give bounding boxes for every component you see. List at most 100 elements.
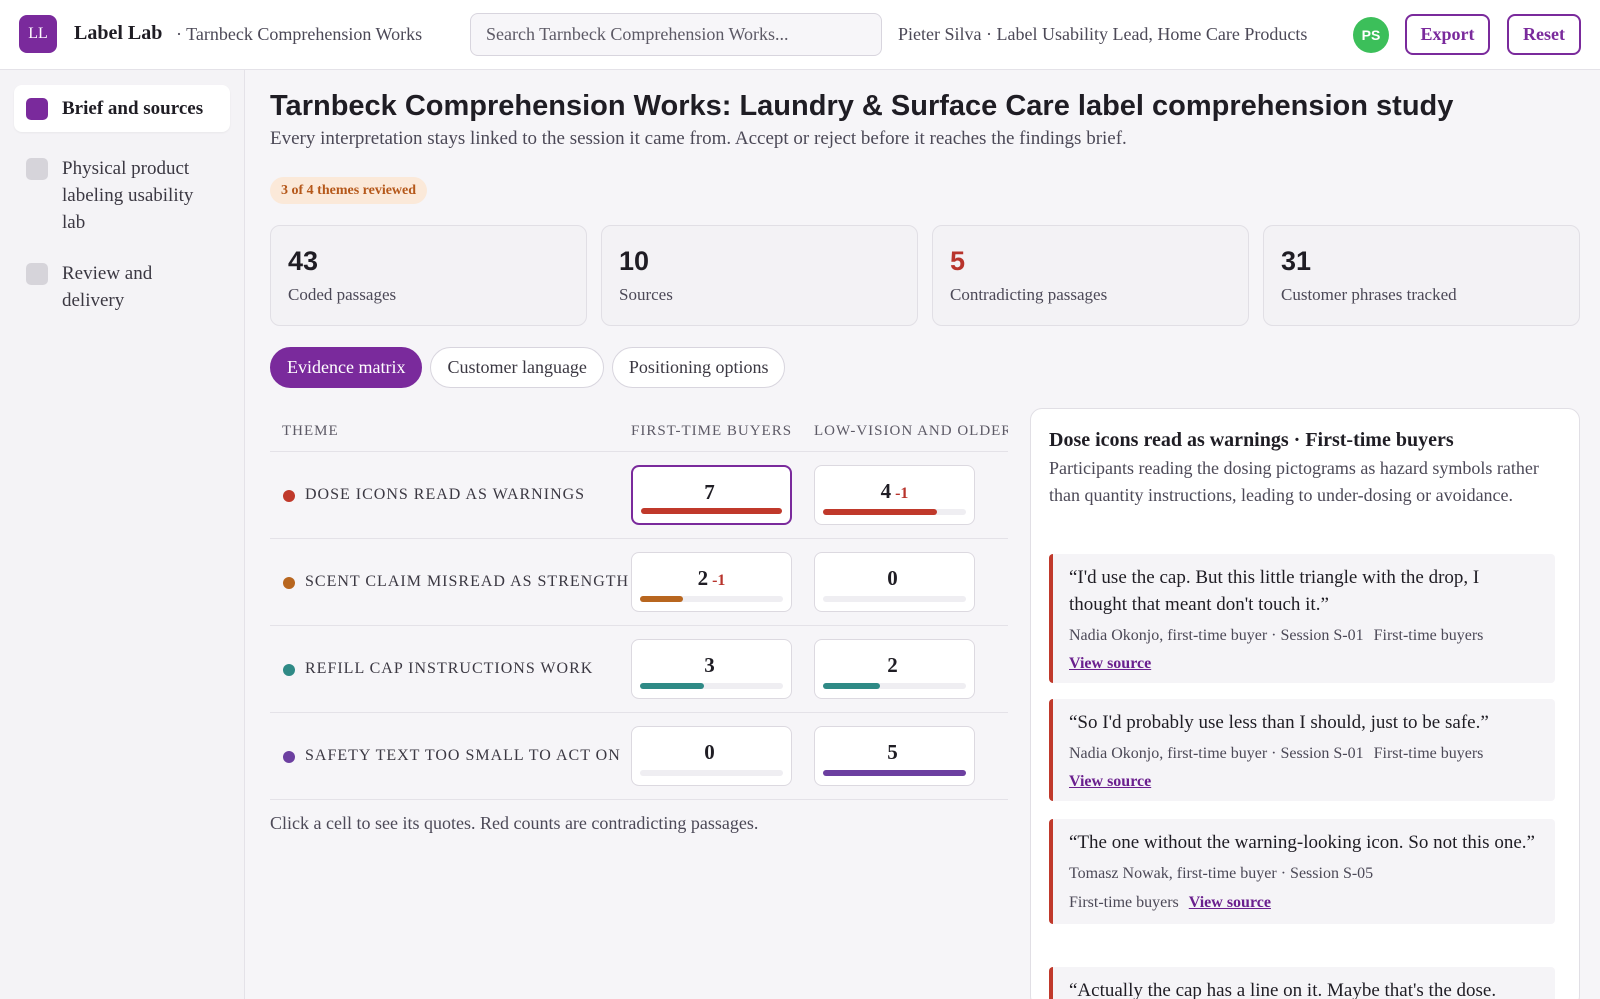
avatar[interactable]: PS xyxy=(1353,17,1389,53)
matrix-note: Click a cell to see its quotes. Red coun… xyxy=(270,813,759,833)
count-bar-fill xyxy=(640,596,683,602)
sidebar: Brief and sources Physical product label… xyxy=(0,70,245,999)
count-bar-fill xyxy=(823,509,938,515)
cell-count: 7 xyxy=(704,480,715,504)
user-info: Pieter Silva · Label Usability Lead, Hom… xyxy=(898,24,1308,44)
cell-count: 5 xyxy=(887,740,898,764)
view-tabs: Evidence matrix Customer language Positi… xyxy=(270,347,786,388)
sidebar-item-label: Physical product labeling usability lab xyxy=(62,158,194,233)
column-header-low-vision[interactable]: LOW-VISION AND OLDER ADULTS xyxy=(814,423,1008,440)
theme-name: SAFETY TEXT TOO SMALL TO ACT ON xyxy=(305,747,621,764)
quote-text: “So I'd probably use less than I should,… xyxy=(1069,712,1489,733)
quote-detail-panel: Dose icons read as warnings · First-time… xyxy=(1030,408,1580,999)
count-bar-fill xyxy=(823,683,881,689)
count-bar-track xyxy=(640,683,783,689)
view-source-link[interactable]: View source xyxy=(1069,773,1151,791)
cell-count: 3 xyxy=(704,653,715,677)
quote-text: “I'd use the cap. But this little triang… xyxy=(1069,567,1480,615)
count-bar-track xyxy=(823,683,966,689)
step-status-icon xyxy=(26,263,48,285)
count-bar-track xyxy=(640,770,783,776)
count-bar-track xyxy=(823,770,966,776)
stat-label: Coded passages xyxy=(288,285,397,304)
stat-card-coded-passages: 43 Coded passages xyxy=(270,225,587,326)
evidence-matrix: THEME FIRST-TIME BUYERS LOW-VISION AND O… xyxy=(270,407,1008,863)
cell-count: 2 xyxy=(887,653,898,677)
search-input[interactable] xyxy=(470,13,882,56)
matrix-cell[interactable]: 3 xyxy=(631,639,792,699)
matrix-cell[interactable]: 7 xyxy=(631,465,792,525)
count-bar-track xyxy=(641,508,782,514)
contradiction-count: -1 xyxy=(712,572,726,589)
cell-count: 4 xyxy=(880,479,892,503)
sidebar-item-label: Review and delivery xyxy=(62,263,153,311)
stat-value: 5 xyxy=(950,246,966,276)
matrix-cell[interactable]: 2 -1 xyxy=(631,552,792,612)
cell-count: 0 xyxy=(704,740,715,764)
page-title: Tarnbeck Comprehension Works: Laundry & … xyxy=(270,90,1454,122)
quote-segment: First-time buyers xyxy=(1069,894,1179,911)
quote-card: “The one without the warning-looking ico… xyxy=(1049,819,1555,924)
quote-segment: First-time buyers xyxy=(1373,745,1484,762)
theme-name: DOSE ICONS READ AS WARNINGS xyxy=(305,486,586,503)
cell-count: 2 xyxy=(697,566,709,590)
sidebar-item-brief[interactable]: Brief and sources xyxy=(14,85,230,132)
matrix-row: REFILL CAP INSTRUCTIONS WORK 3 2 xyxy=(270,626,1008,713)
matrix-row: SCENT CLAIM MISREAD AS STRENGTH 2 -1 0 xyxy=(270,539,1008,626)
sidebar-item-label: Brief and sources xyxy=(62,98,204,119)
count-bar-track xyxy=(823,596,966,602)
export-button[interactable]: Export xyxy=(1405,14,1490,55)
matrix-row: DOSE ICONS READ AS WARNINGS 7 4 -1 xyxy=(270,452,1008,539)
sidebar-item-review[interactable]: Review and delivery xyxy=(14,250,230,324)
quote-speaker: Nadia Okonjo, first-time buyer · Session… xyxy=(1069,627,1364,644)
stat-card-sources: 10 Sources xyxy=(601,225,918,326)
theme-dot xyxy=(283,490,295,502)
app-name: Label Lab xyxy=(74,22,163,44)
theme-dot xyxy=(283,577,295,589)
column-header-theme: THEME xyxy=(282,423,339,439)
theme-name: SCENT CLAIM MISREAD AS STRENGTH xyxy=(305,573,630,590)
step-status-icon xyxy=(26,158,48,180)
matrix-cell[interactable]: 4 -1 xyxy=(814,465,975,525)
matrix-cell[interactable]: 5 xyxy=(814,726,975,786)
quote-card: “So I'd probably use less than I should,… xyxy=(1049,699,1555,801)
theme-dot xyxy=(283,751,295,763)
theme-dot xyxy=(283,664,295,676)
reset-button[interactable]: Reset xyxy=(1507,14,1581,55)
quote-text: “The one without the warning-looking ico… xyxy=(1069,832,1535,853)
quote-card: “I'd use the cap. But this little triang… xyxy=(1049,554,1555,683)
stat-label: Sources xyxy=(619,285,673,304)
sidebar-item-usability-lab[interactable]: Physical product labeling usability lab xyxy=(14,145,230,246)
quote-speaker: Nadia Okonjo, first-time buyer · Session… xyxy=(1069,745,1364,762)
matrix-cell[interactable]: 2 xyxy=(814,639,975,699)
theme-name: REFILL CAP INSTRUCTIONS WORK xyxy=(305,660,594,677)
quote-text: “Actually the cap has a line on it. Mayb… xyxy=(1069,980,1497,999)
matrix-row: SAFETY TEXT TOO SMALL TO ACT ON 0 5 xyxy=(270,713,1008,800)
matrix-cell[interactable]: 0 xyxy=(631,726,792,786)
stats-row: 43 Coded passages 10 Sources 5 Contradic… xyxy=(270,225,1580,326)
stat-label: Contradicting passages xyxy=(950,285,1108,304)
stat-value: 31 xyxy=(1281,246,1312,276)
count-bar-track xyxy=(823,509,966,515)
view-source-link[interactable]: View source xyxy=(1189,892,1271,914)
tab-customer-language[interactable]: Customer language xyxy=(430,347,604,388)
view-source-link[interactable]: View source xyxy=(1069,655,1151,673)
tab-evidence-matrix[interactable]: Evidence matrix xyxy=(270,347,423,388)
detail-title: Dose icons read as warnings · First-time… xyxy=(1049,429,1454,451)
contradiction-count: -1 xyxy=(895,485,909,502)
stat-card-phrases: 31 Customer phrases tracked xyxy=(1263,225,1580,326)
page-subtitle: Every interpretation stays linked to the… xyxy=(270,128,1127,149)
stat-label: Customer phrases tracked xyxy=(1281,285,1457,304)
tab-positioning-options[interactable]: Positioning options xyxy=(611,347,786,388)
cell-count: 0 xyxy=(887,566,898,590)
count-bar-fill xyxy=(640,683,705,689)
top-bar: LL Label Lab · Tarnbeck Comprehension Wo… xyxy=(0,0,1600,70)
app-logo: LL xyxy=(19,15,57,53)
detail-description: Participants reading the dosing pictogra… xyxy=(1049,458,1539,505)
quote-card: “Actually the cap has a line on it. Mayb… xyxy=(1049,967,1555,999)
matrix-cell[interactable]: 0 xyxy=(814,552,975,612)
stat-value: 43 xyxy=(288,246,319,276)
count-bar-fill xyxy=(641,508,782,514)
matrix-header: THEME FIRST-TIME BUYERS LOW-VISION AND O… xyxy=(270,407,1008,452)
breadcrumb: · Tarnbeck Comprehension Works xyxy=(176,24,423,44)
